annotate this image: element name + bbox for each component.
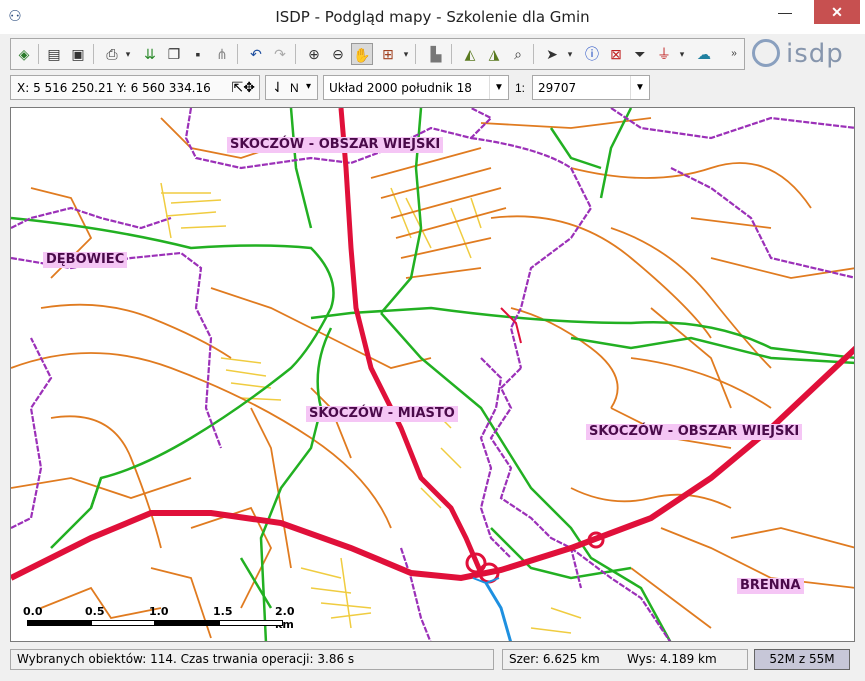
layers-icon[interactable]: ◈ (13, 43, 35, 65)
terrain-icon[interactable]: ▙ (425, 43, 447, 65)
main-roads (11, 108, 854, 584)
coordinates-text: X: 5 516 250.21 Y: 6 560 334.16 (17, 81, 211, 95)
pointer-dropdown-icon[interactable]: ▾ (559, 43, 581, 65)
scale-segment (91, 620, 155, 626)
filter-icon[interactable]: ⏷ (629, 43, 651, 65)
map-label-debowiec: DĘBOWIEC (43, 252, 128, 268)
network-icon[interactable]: ⋔ (211, 43, 233, 65)
north-orientation-select[interactable]: ⇃ N ▾ (265, 75, 318, 100)
save-icon[interactable]: ▪ (187, 43, 209, 65)
crs-select[interactable]: Układ 2000 południk 18 ▼ (323, 75, 509, 100)
legend-icon[interactable]: ▣ (67, 43, 89, 65)
window-title: ISDP - Podgląd mapy - Szkolenie dla Gmin (275, 8, 590, 26)
zoom-out-icon[interactable]: ⊖ (327, 43, 349, 65)
close-button[interactable]: ✕ (814, 0, 860, 24)
cloud-icon[interactable]: ☁ (693, 43, 715, 65)
copy-icon[interactable]: ❐ (163, 43, 185, 65)
admin-boundaries (11, 108, 854, 641)
map-drawing (11, 108, 854, 641)
minimize-button[interactable]: — (766, 0, 804, 24)
print-dropdown-icon[interactable]: ▾ (117, 43, 139, 65)
extent-height: Wys: 4.189 km (627, 652, 717, 666)
globe-logo-icon (752, 39, 780, 67)
properties-icon[interactable]: ▤ (43, 43, 65, 65)
scale-value: 29707 (538, 81, 577, 95)
scale-tick-label: 2.0 km (275, 605, 295, 631)
map-label-brenna: BRENNA (737, 578, 804, 594)
map-canvas[interactable]: SKOCZÓW - OBSZAR WIEJSKI DĘBOWIEC SKOCZÓ… (10, 107, 855, 642)
select-add-icon[interactable]: ◮ (483, 43, 505, 65)
north-arrow-icon: ⇃ (272, 79, 284, 95)
pan-hand-icon[interactable]: ✋ (351, 43, 373, 65)
scale-segment (155, 620, 219, 626)
status-bar: Wybranych obiektów: 114. Czas trwania op… (0, 646, 865, 681)
undo-icon[interactable]: ↶ (245, 43, 267, 65)
scale-tick-label: 0.5 (85, 605, 105, 618)
grid-dropdown-icon[interactable]: ▾ (395, 43, 417, 65)
chevron-down-icon: ▾ (306, 81, 312, 92)
redo-icon[interactable]: ↷ (269, 43, 291, 65)
coordinates-display: X: 5 516 250.21 Y: 6 560 334.16 ⇱✥ (10, 75, 260, 100)
select-layer-icon[interactable]: ◭ (459, 43, 481, 65)
coordinate-crosshair-icon[interactable]: ⇱✥ (232, 79, 255, 96)
blue-road (484, 582, 512, 641)
title-bar: ⚇ ISDP - Podgląd mapy - Szkolenie dla Gm… (0, 0, 865, 34)
map-label-skoczow-miasto: SKOCZÓW - MIASTO (306, 406, 458, 422)
more-icon[interactable]: » (723, 43, 745, 65)
orange-roads (11, 117, 854, 639)
scale-tick-label: 1.0 (149, 605, 169, 618)
green-roads (11, 108, 854, 641)
clear-selection-icon[interactable]: ⊠ (605, 43, 627, 65)
chevron-down-icon: ▼ (630, 76, 649, 99)
zoom-in-icon[interactable]: ⊕ (303, 43, 325, 65)
chevron-down-icon: ▼ (489, 76, 508, 99)
map-label-skoczow-obszar-wiejski-east: SKOCZÓW - OBSZAR WIEJSKI (586, 424, 803, 440)
logo-text: isdp (786, 39, 844, 69)
scale-segment (219, 620, 283, 626)
north-label: N (290, 81, 299, 95)
info-icon[interactable]: ⓘ (581, 43, 603, 65)
export-icon[interactable]: ⇊ (139, 43, 161, 65)
find-icon[interactable]: ⌕ (507, 43, 529, 65)
extent-width: Szer: 6.625 km (509, 652, 600, 666)
isdp-logo: isdp (752, 38, 857, 70)
filter-dropdown-icon[interactable]: ▾ (671, 43, 693, 65)
map-label-skoczow-obszar-wiejski-north: SKOCZÓW - OBSZAR WIEJSKI (227, 137, 444, 153)
extent-box: Szer: 6.625 km Wys: 4.189 km (502, 649, 748, 670)
memory-indicator: 52M z 55M (754, 649, 850, 670)
scale-select[interactable]: 29707 ▼ (532, 75, 650, 100)
scale-segment (27, 620, 91, 626)
scale-label: 1: (515, 81, 526, 95)
status-message: Wybranych obiektów: 114. Czas trwania op… (10, 649, 494, 670)
scale-tick-label: 1.5 (213, 605, 233, 618)
crs-value: Układ 2000 południk 18 (329, 81, 472, 95)
main-toolbar: ◈ ▤ ▣ ⎙ ▾ ⇊ ❐ ▪ ⋔ ↶ ↷ ⊕ ⊖ ✋ ⊞ ▾ ▙ ◭ ◮ ⌕ … (10, 38, 745, 70)
scale-tick-label: 0.0 (23, 605, 43, 618)
